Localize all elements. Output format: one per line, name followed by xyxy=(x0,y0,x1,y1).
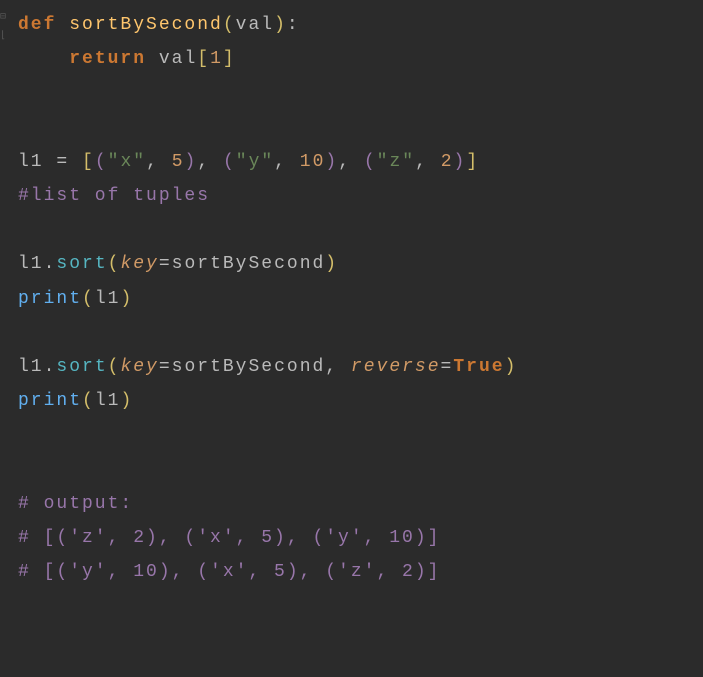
string-literal: "x" xyxy=(108,152,146,172)
code-line-7 xyxy=(18,213,703,247)
code-line-15: # output: xyxy=(18,487,703,521)
code-line-8: l1.sort(key=sortBySecond) xyxy=(18,247,703,281)
argument: l1 xyxy=(95,289,121,309)
code-line-5: l1 = [("x", 5), ("y", 10), ("z", 2)] xyxy=(18,145,703,179)
code-line-17: # [('y', 10), ('x', 5), ('z', 2)] xyxy=(18,555,703,589)
paren-close: ) xyxy=(274,15,287,35)
string-literal: "y" xyxy=(236,152,274,172)
keyword-argument: reverse xyxy=(351,357,441,377)
comment: #list of tuples xyxy=(18,186,210,206)
keyword-argument: key xyxy=(120,357,158,377)
comment: # [('z', 2), ('x', 5), ('y', 10)] xyxy=(18,528,440,548)
code-line-4 xyxy=(18,111,703,145)
number-literal: 10 xyxy=(300,152,326,172)
argument-value: sortBySecond xyxy=(172,357,326,377)
string-literal: "z" xyxy=(377,152,415,172)
keyword-return: return xyxy=(69,49,146,69)
number-literal: 1 xyxy=(210,49,223,69)
boolean-literal: True xyxy=(453,357,504,377)
code-line-12: print(l1) xyxy=(18,384,703,418)
fold-end-icon: ⌊ xyxy=(0,27,8,46)
comment: # [('y', 10), ('x', 5), ('z', 2)] xyxy=(18,562,440,582)
code-line-2: ⌊ return val[1] xyxy=(18,42,703,76)
code-line-14 xyxy=(18,452,703,486)
paren-open: ( xyxy=(223,15,236,35)
code-line-16: # [('z', 2), ('x', 5), ('y', 10)] xyxy=(18,521,703,555)
code-editor: ⊟def sortBySecond(val): ⌊ return val[1] … xyxy=(0,8,703,589)
method-call: sort xyxy=(56,254,107,274)
parameter: val xyxy=(236,15,274,35)
number-literal: 5 xyxy=(172,152,185,172)
keyword-def: def xyxy=(18,15,56,35)
variable: val xyxy=(159,49,197,69)
function-name: sortBySecond xyxy=(69,15,223,35)
code-line-3 xyxy=(18,76,703,110)
number-literal: 2 xyxy=(441,152,454,172)
builtin-call: print xyxy=(18,391,82,411)
code-line-10 xyxy=(18,316,703,350)
code-line-6: #list of tuples xyxy=(18,179,703,213)
argument-value: sortBySecond xyxy=(172,254,326,274)
code-line-1: ⊟def sortBySecond(val): xyxy=(18,8,703,42)
builtin-call: print xyxy=(18,289,82,309)
argument: l1 xyxy=(95,391,121,411)
fold-marker-icon: ⊟ xyxy=(0,8,8,27)
method-call: sort xyxy=(56,357,107,377)
variable: l1 xyxy=(18,357,44,377)
comment: # output: xyxy=(18,494,133,514)
code-line-13 xyxy=(18,418,703,452)
variable: l1 xyxy=(18,254,44,274)
variable: l1 xyxy=(18,152,44,172)
code-line-11: l1.sort(key=sortBySecond, reverse=True) xyxy=(18,350,703,384)
code-line-9: print(l1) xyxy=(18,282,703,316)
keyword-argument: key xyxy=(120,254,158,274)
